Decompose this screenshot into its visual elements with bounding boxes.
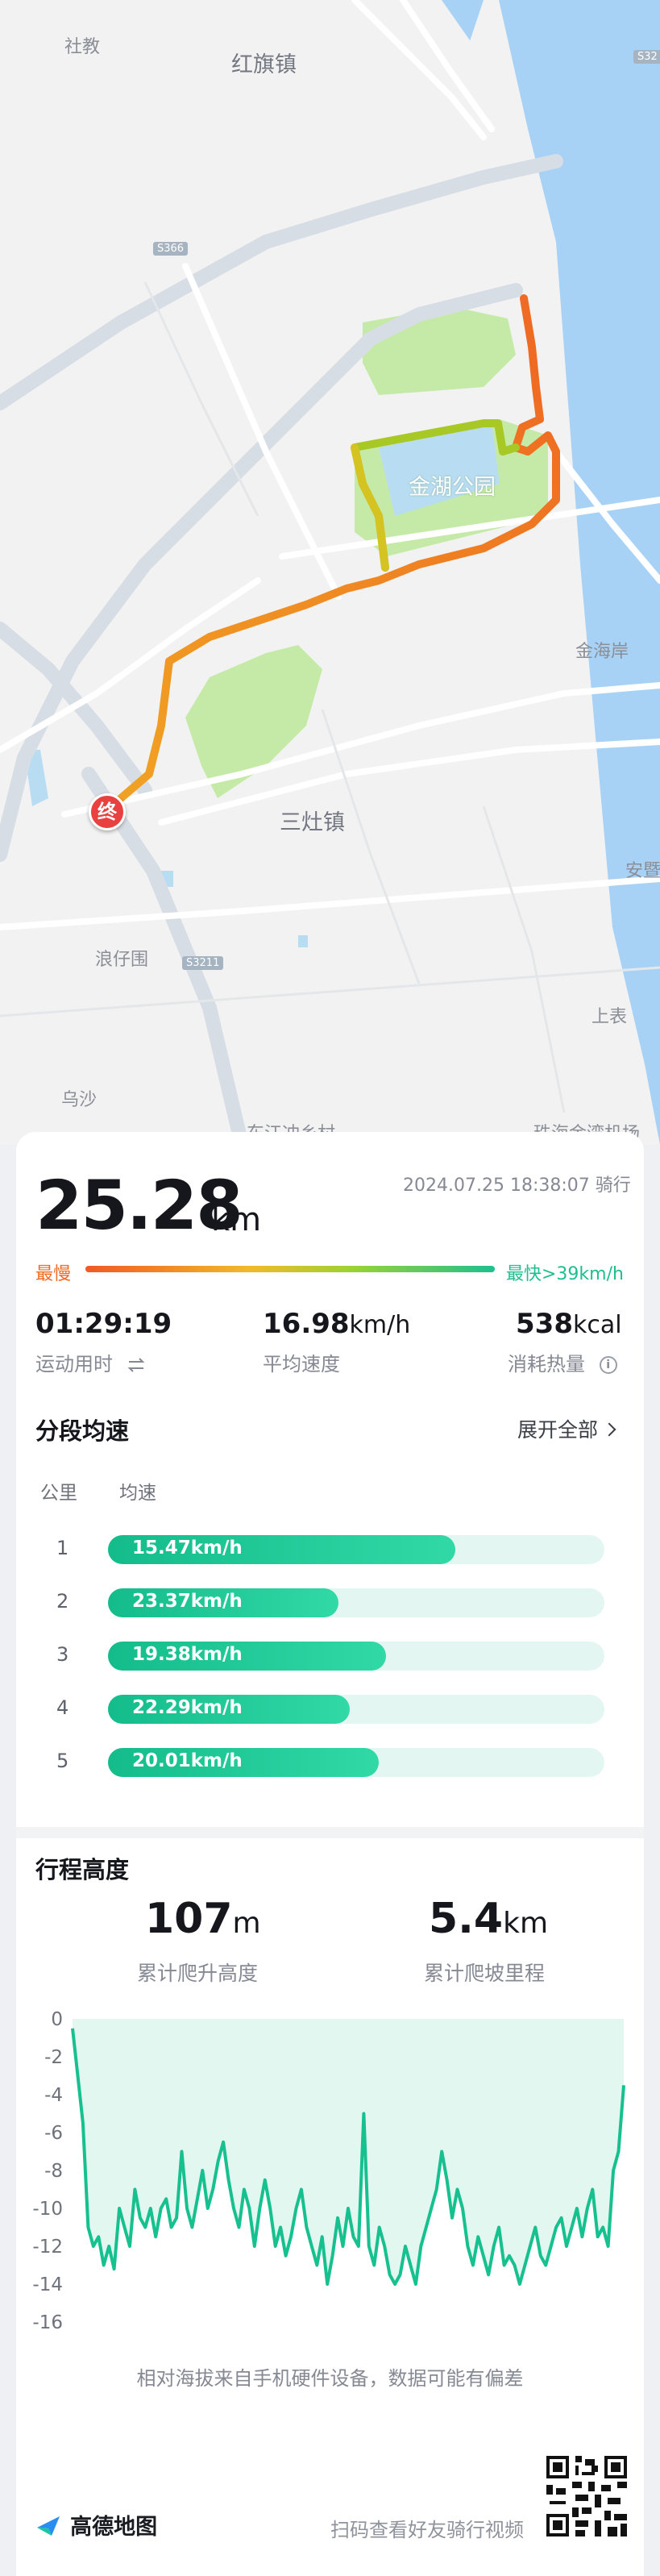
road-badge-s366: S366 — [153, 242, 189, 256]
y-tick-label: -2 — [44, 2047, 63, 2068]
map-label-shejiao: 社教 — [64, 37, 101, 57]
calories-value: 538kcal — [516, 1308, 622, 1340]
y-tick-label: 0 — [51, 2009, 63, 2030]
ride-summary-card: 25.28 km 2024.07.25 18:38:07 骑行 最慢 最快>39… — [16, 1132, 644, 2533]
distance-unit: km — [211, 1201, 262, 1238]
river-water — [442, 0, 660, 1145]
expand-all-button[interactable]: 展开全部 — [517, 1414, 616, 1443]
splits-title: 分段均速 — [35, 1417, 130, 1445]
split-bar-track: 23.37km/h — [108, 1588, 604, 1617]
split-row: 5 20.01km/h — [16, 1748, 644, 1777]
split-bar-fill: 19.38km/h — [108, 1642, 386, 1671]
calories-label: 消耗热量 i — [508, 1348, 617, 1376]
y-tick-label: -16 — [32, 2312, 63, 2333]
split-km: 5 — [56, 1750, 69, 1772]
scan-hint: 扫码查看好友骑行视频 — [330, 2519, 524, 2541]
elevation-title: 行程高度 — [35, 1856, 130, 1883]
map-label-langzaiwei: 浪仔围 — [95, 950, 149, 970]
split-row: 1 15.47km/h — [16, 1535, 644, 1564]
y-tick-label: -6 — [44, 2123, 63, 2144]
climb-label: 累计爬升高度 — [137, 1962, 259, 1985]
split-bar-fill: 23.37km/h — [108, 1588, 339, 1617]
ride-datetime: 2024.07.25 18:38:07 骑行 — [403, 1176, 631, 1196]
climb-distance-value: 5.4km — [429, 1895, 549, 1943]
info-icon[interactable]: i — [599, 1356, 617, 1374]
share-footer: 高德地图 扫码查看好友骑行视频 — [16, 2419, 644, 2576]
y-tick-label: -12 — [32, 2237, 63, 2258]
avg-speed-value: 16.98km/h — [263, 1308, 411, 1340]
map-label-wusha: 乌沙 — [61, 1090, 98, 1110]
chevron-right-icon — [602, 1422, 616, 1437]
split-km: 4 — [56, 1696, 69, 1719]
split-row: 4 22.29km/h — [16, 1695, 644, 1724]
road-badge-s3211: S3211 — [182, 956, 224, 970]
split-speed: 20.01km/h — [132, 1750, 243, 1771]
split-speed: 15.47km/h — [132, 1538, 243, 1559]
split-km: 3 — [56, 1643, 69, 1666]
elevation-area — [73, 2019, 624, 2284]
split-row: 3 19.38km/h — [16, 1642, 644, 1671]
map-label-jinhaian: 金海岸 — [575, 642, 629, 662]
road-badge-s32: S32 — [633, 50, 660, 64]
duration-label: 运动用时 — [35, 1348, 145, 1376]
map-canvas — [0, 0, 660, 1145]
map-label-hongqi: 红旗镇 — [231, 52, 297, 77]
map-label-anji: 安暨 — [625, 861, 660, 881]
split-row: 2 23.37km/h — [16, 1588, 644, 1617]
elevation-chart: 0 -2 -4 -6 -8 -10 -12 -14 -16 — [32, 2009, 625, 2333]
fastest-label: 最快>39km/h — [506, 1264, 624, 1284]
split-bar-fill: 15.47km/h — [108, 1535, 456, 1564]
map-label-jinhu-park: 金湖公园 — [409, 475, 496, 500]
elevation-note: 相对海拔来自手机硬件设备，数据可能有偏差 — [136, 2367, 524, 2390]
green-area-north — [363, 306, 516, 395]
route-end-marker[interactable]: 终 — [89, 793, 126, 830]
y-tick-label: -10 — [32, 2199, 63, 2220]
slowest-label: 最慢 — [35, 1264, 72, 1284]
qr-code[interactable] — [546, 2456, 627, 2536]
split-bar-fill: 20.01km/h — [108, 1748, 379, 1777]
y-tick-label: -8 — [44, 2161, 63, 2182]
duration-value: 01:29:19 — [35, 1308, 172, 1340]
map-label-shangbiao: 上表 — [592, 1007, 628, 1027]
map-label-sanzao: 三灶镇 — [280, 810, 345, 835]
avg-speed-label: 平均速度 — [263, 1353, 340, 1375]
y-tick-label: -4 — [44, 2085, 63, 2106]
split-bar-track: 19.38km/h — [108, 1642, 604, 1671]
section-divider — [16, 1827, 644, 1838]
climb-value: 107m — [145, 1895, 261, 1943]
split-speed: 23.37km/h — [132, 1591, 243, 1612]
amap-logo-icon — [37, 2516, 60, 2536]
swap-arrows-icon[interactable] — [127, 1357, 145, 1373]
climb-distance-label: 累计爬坡里程 — [424, 1962, 546, 1985]
speed-gradient-bar — [85, 1266, 495, 1272]
amap-logo: 高德地图 — [35, 2509, 157, 2541]
splits-col-km: 公里 — [40, 1483, 77, 1504]
split-speed: 22.29km/h — [132, 1697, 243, 1718]
split-bar-track: 20.01km/h — [108, 1748, 604, 1777]
split-speed: 19.38km/h — [132, 1644, 243, 1665]
split-bar-fill: 22.29km/h — [108, 1695, 350, 1724]
split-km: 2 — [56, 1590, 69, 1613]
splits-col-speed: 均速 — [119, 1483, 156, 1504]
split-bar-track: 22.29km/h — [108, 1695, 604, 1724]
split-bar-track: 15.47km/h — [108, 1535, 604, 1564]
route-map[interactable]: 社教 红旗镇 金湖公园 金海岸 三灶镇 安暨 浪仔围 上表 乌沙 东江冲乡村 珠… — [0, 0, 660, 1145]
split-km: 1 — [56, 1537, 69, 1559]
y-tick-label: -14 — [32, 2274, 63, 2295]
green-area-south — [185, 645, 322, 798]
